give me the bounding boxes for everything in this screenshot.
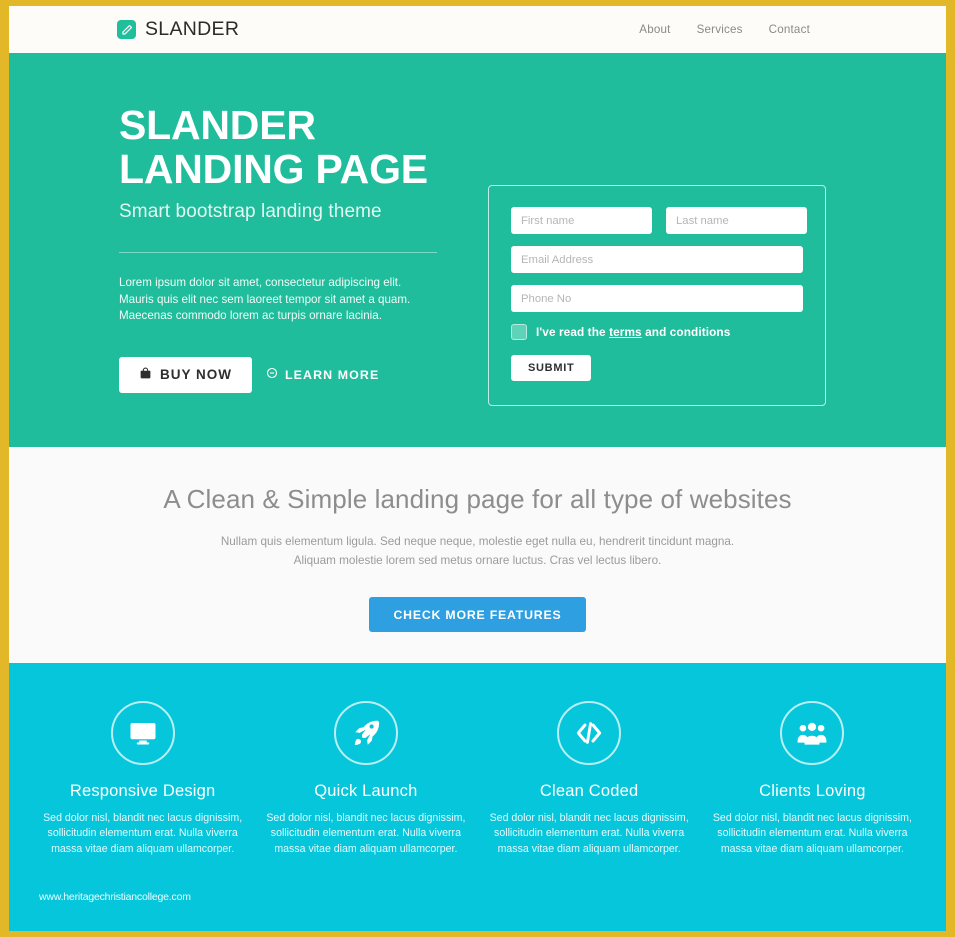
hero-section: SLANDER LANDING PAGE Smart bootstrap lan… xyxy=(9,53,946,447)
feature-clients-loving: Clients Loving Sed dolor nisl, blandit n… xyxy=(701,701,924,931)
hero-title-line1: SLANDER xyxy=(119,102,316,148)
buy-now-button[interactable]: BUY NOW xyxy=(119,356,253,393)
feature-description: Sed dolor nisl, blandit nec lacus dignis… xyxy=(489,812,689,855)
name-row xyxy=(511,207,807,234)
clean-title: A Clean & Simple landing page for all ty… xyxy=(163,484,792,514)
terms-row: I've read the terms and conditions xyxy=(511,324,803,340)
site-watermark: www.heritagechristiancollege.com xyxy=(39,891,191,903)
feature-title: Responsive Design xyxy=(69,782,216,800)
submit-button[interactable]: SUBMIT xyxy=(511,355,592,381)
learn-more-button[interactable]: LEARN MORE xyxy=(266,367,379,382)
hero-divider xyxy=(119,252,437,253)
hero-content: SLANDER LANDING PAGE Smart bootstrap lan… xyxy=(119,103,449,393)
feature-description: Sed dolor nisl, blandit nec lacus dignis… xyxy=(43,812,243,855)
shopping-bag-icon xyxy=(139,367,152,383)
feature-quick-launch: Quick Launch Sed dolor nisl, blandit nec… xyxy=(254,701,477,931)
signup-form: I've read the terms and conditions SUBMI… xyxy=(488,185,826,406)
last-name-input[interactable] xyxy=(666,207,807,234)
brand-logo[interactable]: SLANDER xyxy=(117,18,239,41)
feature-description: Sed dolor nisl, blandit nec lacus dignis… xyxy=(266,812,466,855)
clean-paragraph: Nullam quis elementum ligula. Sed neque … xyxy=(198,532,758,570)
nav-link-contact[interactable]: Contact xyxy=(769,23,810,36)
email-row xyxy=(511,246,803,273)
nav-link-services[interactable]: Services xyxy=(697,23,743,36)
nav-link-about[interactable]: About xyxy=(639,23,670,36)
navbar: SLANDER About Services Contact xyxy=(9,6,946,53)
circle-minus-icon xyxy=(266,367,278,382)
phone-row xyxy=(511,285,803,312)
buy-now-label: BUY NOW xyxy=(160,367,233,382)
brand-name: SLANDER xyxy=(145,18,240,40)
hero-actions: BUY NOW LEARN MORE xyxy=(119,356,449,393)
terms-suffix: and conditions xyxy=(645,325,731,339)
hero-title: SLANDER LANDING PAGE xyxy=(119,103,449,191)
feature-description: Sed dolor nisl, blandit nec lacus dignis… xyxy=(712,812,912,855)
desktop-monitor-icon xyxy=(110,701,175,765)
rocket-icon xyxy=(333,701,398,765)
pencil-icon xyxy=(117,20,136,39)
terms-label: I've read the terms and conditions xyxy=(536,325,730,339)
email-input[interactable] xyxy=(511,246,803,273)
feature-clean-coded: Clean Coded Sed dolor nisl, blandit nec … xyxy=(478,701,701,931)
code-brackets-icon xyxy=(557,701,622,765)
first-name-input[interactable] xyxy=(511,207,652,234)
terms-checkbox[interactable] xyxy=(511,324,527,340)
hero-paragraph: Lorem ipsum dolor sit amet, consectetur … xyxy=(119,276,411,322)
users-group-icon xyxy=(780,701,845,765)
feature-title: Clients Loving xyxy=(759,782,866,800)
clean-paragraph-line2: Aliquam molestie lorem sed metus ornare … xyxy=(293,554,662,567)
feature-title: Quick Launch xyxy=(314,782,418,800)
terms-prefix: I've read the xyxy=(536,325,606,339)
feature-title: Clean Coded xyxy=(539,782,639,800)
page-frame: SLANDER About Services Contact SLANDER L… xyxy=(9,6,946,931)
hero-title-line2: LANDING PAGE xyxy=(119,146,428,192)
hero-subtitle: Smart bootstrap landing theme xyxy=(119,201,382,222)
terms-link[interactable]: terms xyxy=(609,325,642,339)
clean-section: A Clean & Simple landing page for all ty… xyxy=(9,447,946,663)
clean-paragraph-line1: Nullam quis elementum ligula. Sed neque … xyxy=(220,535,735,548)
check-more-features-button[interactable]: CHECK MORE FEATURES xyxy=(369,597,586,632)
nav-links: About Services Contact xyxy=(639,23,810,36)
phone-input[interactable] xyxy=(511,285,803,312)
learn-more-label: LEARN MORE xyxy=(285,367,380,382)
